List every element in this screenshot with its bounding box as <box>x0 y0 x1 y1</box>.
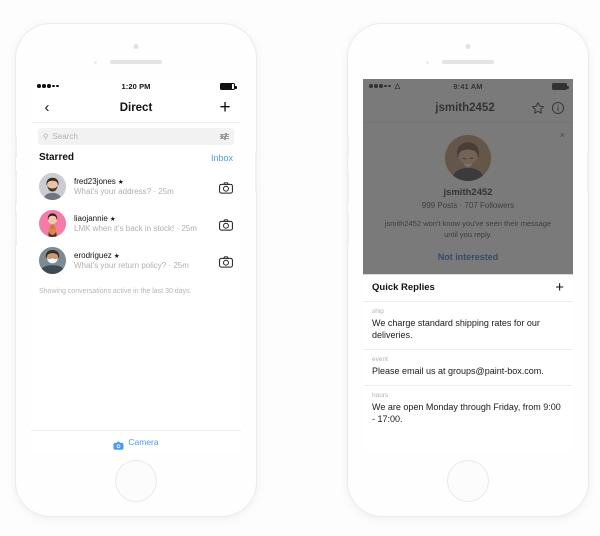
profile-avatar <box>445 135 491 181</box>
list-item[interactable]: hours We are open Monday through Friday,… <box>363 386 573 433</box>
quick-replies-sheet: Quick Replies + ship We charge standard … <box>363 273 573 433</box>
conversation-username: liaojannie ★ <box>74 214 116 223</box>
signal-dots-icon <box>369 84 391 88</box>
tune-icon[interactable] <box>220 132 229 141</box>
not-interested-button[interactable]: Not interested <box>377 252 559 262</box>
search-input[interactable]: ⚲ Search <box>38 128 234 145</box>
phone-device-right: △ 9:41 AM jsmith2452 × jsmith2452 999 Po… <box>347 24 589 516</box>
status-signal: △ <box>369 82 453 90</box>
status-time: 9:41 AM <box>453 81 483 91</box>
home-button[interactable] <box>115 460 157 502</box>
power-button[interactable] <box>587 152 589 192</box>
section-title: Starred <box>39 152 75 163</box>
signal-dots-icon <box>37 84 59 88</box>
screenshot-stage: 1:20 PM ‹ Direct + ⚲ Search Starred Inbo… <box>0 0 600 536</box>
proximity-sensor-icon <box>426 61 429 64</box>
quick-replies-title: Quick Replies <box>372 282 435 294</box>
avatar <box>39 173 66 200</box>
power-button[interactable] <box>255 152 257 192</box>
starred-icon: ★ <box>109 216 116 223</box>
volume-down-button[interactable] <box>15 212 17 246</box>
dimmed-overlay-region: △ 9:41 AM jsmith2452 × jsmith2452 999 Po… <box>363 79 573 274</box>
conversation-username: fred23jones ★ <box>74 177 124 186</box>
search-container: ⚲ Search <box>31 123 241 149</box>
front-camera-icon <box>465 44 471 49</box>
quick-reply-shortcut: hours <box>372 391 389 399</box>
status-bar-left: 1:20 PM <box>31 79 241 93</box>
profile-stats: 999 Posts · 707 Followers <box>421 201 515 210</box>
front-camera-icon <box>133 44 139 49</box>
list-item[interactable]: event Please email us at groups@paint-bo… <box>363 350 573 386</box>
quick-reply-shortcut: ship <box>372 307 384 315</box>
nav-bar-direct: ‹ Direct + <box>31 93 241 123</box>
mute-switch[interactable] <box>347 136 349 158</box>
back-button[interactable]: ‹ <box>39 100 55 115</box>
proximity-sensor-icon <box>94 61 97 64</box>
list-item[interactable]: erodriguez ★ What's your return policy? ·… <box>31 242 241 279</box>
star-outline-icon[interactable] <box>531 101 545 115</box>
thread-title: jsmith2452 <box>435 101 495 114</box>
conversation-preview: What's your address? · 25m <box>74 187 174 196</box>
battery-icon <box>220 82 237 90</box>
list-footnote: Showing conversations active in the last… <box>39 288 192 295</box>
quick-reply-shortcut: event <box>372 355 388 363</box>
avatar <box>39 210 66 237</box>
new-message-button[interactable]: + <box>217 98 233 117</box>
conversation-username: erodriguez ★ <box>74 251 120 260</box>
camera-icon[interactable] <box>219 181 233 194</box>
wifi-icon: △ <box>394 83 401 90</box>
list-item[interactable]: ship We charge standard shipping rates f… <box>363 302 573 350</box>
profile-note: jsmith2452 won't know you've seen their … <box>384 219 552 239</box>
camera-tab-bar[interactable]: Camera <box>31 430 241 453</box>
profile-username: jsmith2452 <box>443 187 493 198</box>
volume-up-button[interactable] <box>15 170 17 204</box>
info-circle-icon[interactable] <box>551 101 565 115</box>
camera-tab-label: Camera <box>128 437 159 447</box>
camera-icon[interactable] <box>219 218 233 231</box>
quick-reply-text: Please email us at groups@paint-box.com. <box>372 365 544 376</box>
quick-reply-text: We are open Monday through Friday, from … <box>372 401 561 425</box>
section-header-starred: Starred Inbox <box>31 149 241 168</box>
list-item-text: fred23jones ★ What's your address? · 25m <box>74 177 211 196</box>
page-title: Direct <box>119 101 153 114</box>
volume-up-button[interactable] <box>347 170 349 204</box>
status-battery <box>483 82 569 90</box>
conversation-preview: LMK when it's back in stock! · 25m <box>74 224 197 233</box>
status-bar-right: △ 9:41 AM <box>363 79 573 93</box>
quick-reply-text: We charge standard shipping rates for ou… <box>372 317 540 341</box>
list-item-text: liaojannie ★ LMK when it's back in stock!… <box>74 214 211 233</box>
battery-icon <box>552 82 569 90</box>
starred-icon: ★ <box>113 253 120 260</box>
status-signal <box>37 84 121 88</box>
search-placeholder: Search <box>52 132 78 141</box>
nav-bar-thread: jsmith2452 <box>363 93 573 123</box>
quick-replies-header: Quick Replies + <box>363 275 573 302</box>
conversation-preview: What's your return policy? · 25m <box>74 261 189 270</box>
list-item[interactable]: fred23jones ★ What's your address? · 25m <box>31 168 241 205</box>
starred-icon: ★ <box>117 179 124 186</box>
search-icon: ⚲ <box>43 132 49 141</box>
camera-icon[interactable] <box>219 255 233 268</box>
screen-left: 1:20 PM ‹ Direct + ⚲ Search Starred Inbo… <box>31 79 241 453</box>
profile-card: × jsmith2452 999 Posts · 707 Followers j… <box>363 123 573 274</box>
status-time: 1:20 PM <box>121 81 151 91</box>
earpiece-speaker <box>110 60 162 64</box>
camera-icon <box>113 437 124 450</box>
list-item-text: erodriguez ★ What's your return policy? ·… <box>74 251 211 270</box>
volume-down-button[interactable] <box>347 212 349 246</box>
status-battery <box>151 82 237 90</box>
list-item[interactable]: liaojannie ★ LMK when it's back in stock!… <box>31 205 241 242</box>
earpiece-speaker <box>442 60 494 64</box>
mute-switch[interactable] <box>15 136 17 158</box>
add-quick-reply-button[interactable]: + <box>555 280 564 295</box>
screen-right: △ 9:41 AM jsmith2452 × jsmith2452 999 Po… <box>363 79 573 453</box>
phone-device-left: 1:20 PM ‹ Direct + ⚲ Search Starred Inbo… <box>15 24 257 516</box>
home-button[interactable] <box>447 460 489 502</box>
avatar <box>39 247 66 274</box>
inbox-link[interactable]: Inbox <box>211 153 233 163</box>
close-icon[interactable]: × <box>560 130 565 140</box>
